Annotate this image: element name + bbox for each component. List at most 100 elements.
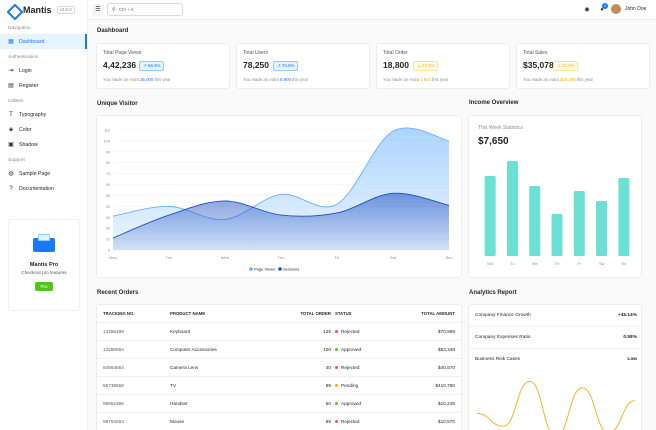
- stat-footnote: You made an extra 35,000 this year: [103, 77, 171, 82]
- income-bar[interactable]: [551, 214, 563, 256]
- order-amount: $410,780: [435, 383, 455, 388]
- status-label: Rejected: [341, 419, 360, 424]
- status-badge: Rejected: [335, 419, 360, 424]
- y-tick-label: 50: [106, 194, 110, 198]
- status-badge: Pending: [335, 383, 358, 388]
- column-header[interactable]: PRODUCT NAME: [170, 311, 205, 316]
- tracking-number[interactable]: 13286564: [103, 347, 124, 352]
- user-name[interactable]: John Doe: [625, 6, 646, 12]
- tracking-number[interactable]: 13256498: [103, 329, 124, 334]
- pro-promo-card: Mantis Pro Checkout pro features Pro: [8, 219, 80, 311]
- tracking-number[interactable]: 98753263: [103, 419, 124, 424]
- unique-visitor-title: Unique Visitor: [97, 101, 138, 107]
- stat-trend-value: 27.4%: [561, 63, 575, 68]
- unique-visitor-chart: 0 10 20 30 40 50 60 70 80 90 100 110 Mon Tue Wed Thu Fri…: [104, 127, 453, 272]
- order-total: 99: [325, 383, 331, 388]
- sidebar-item-label: Sample Page: [19, 170, 51, 177]
- income-bar[interactable]: [506, 161, 518, 256]
- sidebar-item-login[interactable]: ⇥ Login: [0, 63, 87, 78]
- x-tick-label: Wed: [221, 255, 229, 260]
- promo-illustration-icon: [29, 232, 59, 254]
- legend-item-sessions[interactable]: Sessions: [278, 267, 299, 272]
- pro-button[interactable]: Pro: [35, 282, 53, 291]
- sidebar-item-color[interactable]: ◈ Color: [0, 122, 87, 137]
- nav-group-label: Authentication: [8, 55, 39, 60]
- stat-label: Total Users: [243, 50, 269, 56]
- avatar[interactable]: [611, 4, 621, 14]
- analytics-label: Company Expenses Ratio: [475, 335, 531, 340]
- search-input[interactable]: [118, 7, 179, 12]
- table-row[interactable]: 84564564 Camera Lens 40 Rejected $40,570: [97, 359, 461, 377]
- stat-footnote: You made an extra 8,900 this year: [243, 77, 308, 82]
- tracking-number[interactable]: 84564564: [103, 365, 124, 370]
- status-dot-icon: [335, 402, 338, 406]
- product-name: Handset: [170, 401, 188, 406]
- status-label: Pending: [341, 383, 359, 388]
- brand-name: Mantis: [23, 5, 52, 15]
- x-tick-label: We: [532, 261, 539, 266]
- table-row[interactable]: 86739658 TV 99 Pending $410,780: [97, 377, 461, 395]
- analytics-row[interactable]: Company Expenses Ratio 0.58%: [469, 327, 641, 349]
- sample-page-icon: ◍: [8, 170, 14, 177]
- unique-visitor-card: 0 10 20 30 40 50 60 70 80 90 100 110 Mon Tue Wed Thu Fri…: [96, 115, 462, 278]
- column-header[interactable]: TRACKING NO.: [103, 311, 135, 316]
- sidebar-item-register[interactable]: ▤ Register: [0, 78, 87, 93]
- income-bar[interactable]: [596, 201, 608, 256]
- dashboard-icon: ▦: [8, 38, 14, 45]
- menu-toggle-button[interactable]: ☰: [92, 4, 104, 16]
- footnote-suffix: this year: [430, 77, 449, 82]
- sidebar-item-shadow[interactable]: ▣ Shadow: [0, 137, 87, 152]
- column-header[interactable]: TOTAL AMOUNT: [421, 311, 455, 316]
- product-name: Keyboard: [170, 329, 191, 334]
- footnote-highlight: 8,900: [280, 77, 291, 82]
- income-bar[interactable]: [529, 186, 541, 256]
- x-tick-label: Fri: [335, 255, 340, 260]
- tracking-number[interactable]: 98652366: [103, 401, 124, 406]
- column-header[interactable]: TOTAL ORDER: [300, 311, 331, 316]
- table-row[interactable]: 98652366 Handset 50 Approved $10,239: [97, 395, 461, 413]
- github-icon[interactable]: ◉: [582, 5, 592, 15]
- analytics-label: Company Finance Growth: [475, 313, 531, 318]
- legend-item-page-views[interactable]: Page Views: [249, 267, 275, 272]
- analytics-row[interactable]: Business Risk Cases Low: [469, 349, 641, 371]
- y-tick-label: 90: [106, 150, 110, 154]
- x-tick-label: Thu: [278, 255, 285, 260]
- sidebar-item-dashboard[interactable]: ▦ Dashboard: [0, 34, 87, 49]
- sidebar-item-sample-page[interactable]: ◍ Sample Page: [0, 166, 87, 181]
- stat-trend-badge: ↗ 70.5%: [273, 61, 299, 71]
- tracking-number[interactable]: 86739658: [103, 383, 124, 388]
- sidebar-item-label: Documentation: [19, 185, 54, 192]
- table-row[interactable]: 13286564 Computer Accessories 100 Approved $…: [97, 341, 461, 359]
- status-label: Approved: [341, 347, 362, 352]
- legend-marker-icon: [278, 267, 282, 271]
- y-tick-label: 10: [106, 238, 110, 242]
- analytics-row[interactable]: Company Finance Growth +45.14%: [469, 305, 641, 327]
- income-bar[interactable]: [618, 178, 630, 256]
- sidebar-item-label: Login: [19, 67, 32, 74]
- income-bar[interactable]: [484, 176, 496, 256]
- analytics-value: +45.14%: [617, 313, 637, 318]
- income-bar[interactable]: [573, 191, 585, 256]
- stat-trend-badge: ↘ 27.4%: [413, 61, 439, 71]
- table-row[interactable]: 13256498 Keyboard 125 Rejected $70,999: [97, 323, 461, 341]
- page-title: Dashboard: [97, 28, 129, 34]
- order-amount: $10,570: [438, 419, 455, 424]
- sidebar-item-documentation[interactable]: ? Documentation: [0, 181, 87, 196]
- footnote-suffix: this year: [575, 77, 594, 82]
- search-box[interactable]: ⚲: [107, 3, 183, 16]
- y-tick-label: 80: [106, 161, 110, 165]
- column-header[interactable]: STATUS: [335, 311, 352, 316]
- y-tick-label: 0: [108, 249, 110, 253]
- main-content: Dashboard Total Page Views 4,42,236 ↗ 59.3…: [88, 20, 656, 430]
- color-icon: ◈: [8, 126, 14, 133]
- stat-footnote: You made an extra 1,943 this year: [383, 77, 448, 82]
- sidebar-item-typography[interactable]: T Typography: [0, 107, 87, 122]
- x-tick-label: Su: [621, 261, 626, 266]
- notification-badge: 2: [602, 3, 608, 9]
- stat-card-total-page-views: Total Page Views 4,42,236 ↗ 59.3% You made …: [96, 43, 230, 89]
- x-tick-label: Th: [555, 261, 560, 266]
- brand[interactable]: Mantis v3.5.0: [0, 0, 87, 20]
- y-tick-label: 70: [106, 172, 110, 176]
- y-tick-label: 40: [106, 205, 110, 209]
- table-row[interactable]: 98753263 Mouse 89 Rejected $10,570: [97, 413, 461, 430]
